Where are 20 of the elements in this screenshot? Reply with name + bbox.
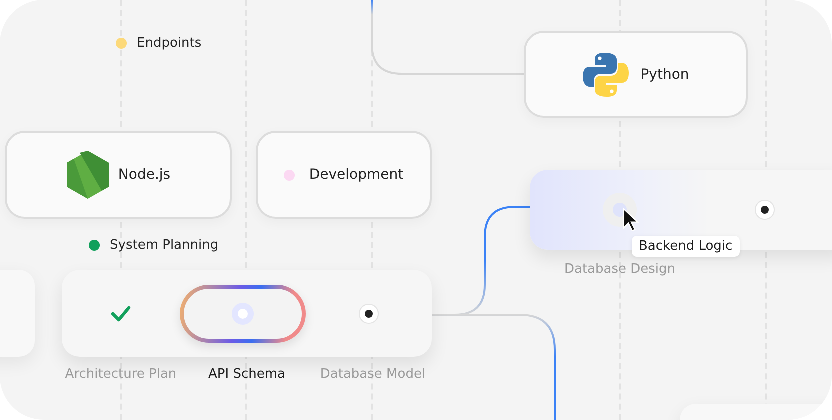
step-dot: [365, 310, 373, 318]
step-dot: [238, 308, 248, 318]
node-card[interactable]: Python: [524, 31, 748, 118]
step-label: Database Design: [564, 262, 676, 277]
snake-logo-icon: [582, 50, 629, 98]
step-dot: [761, 206, 769, 214]
hexagon-icon: [66, 151, 110, 199]
step-label: API Schema: [208, 367, 286, 382]
step-label: Architecture Plan: [65, 367, 177, 382]
tag-label: Endpoints: [137, 36, 202, 51]
tooltip: Backend Logic: [632, 236, 740, 257]
node-label: Python: [640, 66, 690, 82]
node-label: Node.js: [118, 167, 171, 183]
step-label: Database Model: [320, 367, 426, 382]
node-card[interactable]: Development: [256, 131, 432, 219]
node-label: Development: [309, 167, 404, 183]
cursor-icon: [623, 208, 639, 232]
check-icon: [111, 304, 131, 324]
tag-label: System Planning: [110, 238, 219, 253]
node-card[interactable]: Node.js: [5, 131, 232, 219]
